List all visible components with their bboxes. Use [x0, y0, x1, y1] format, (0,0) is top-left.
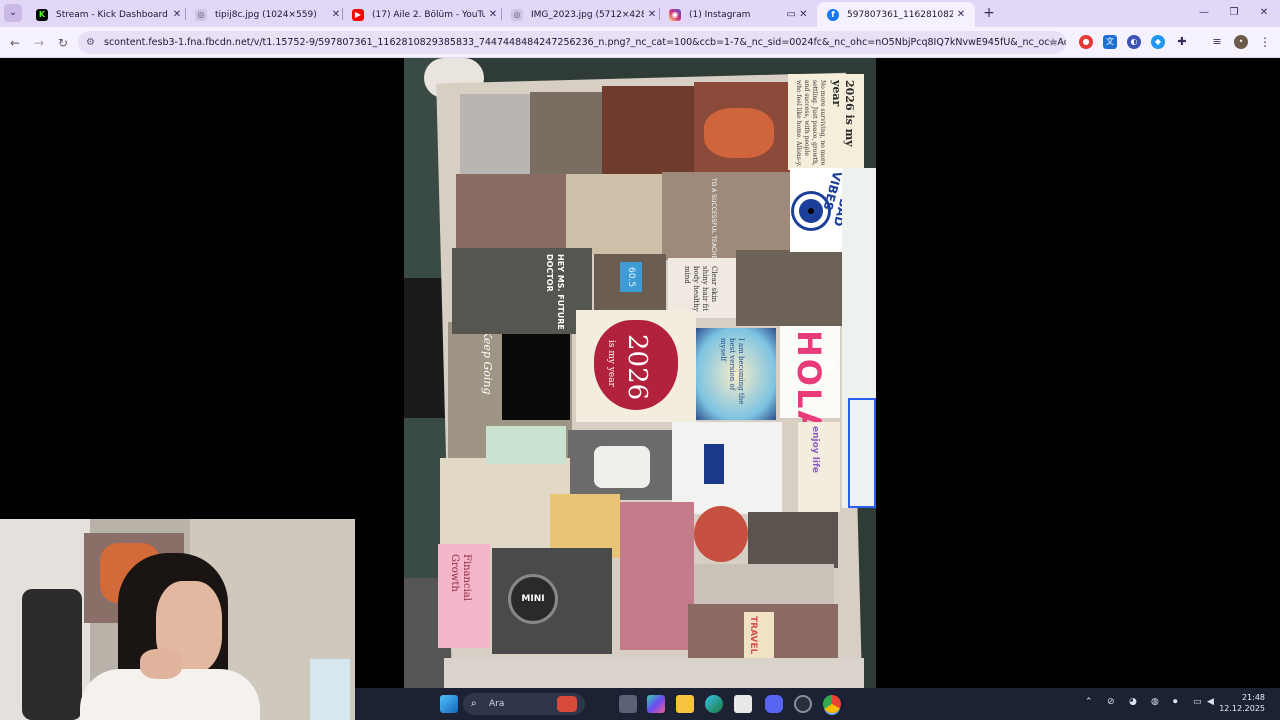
heart-card: 2026 is my year: [576, 310, 696, 422]
zoom-in-cursor-icon: +: [824, 360, 836, 372]
tab-img-2023[interactable]: ◎ IMG_2023.jpg (5712×4284) ✕: [501, 2, 666, 27]
tab-media-close[interactable]: ▭ ✕: [783, 9, 811, 20]
kick-icon: K: [36, 8, 48, 21]
url-text: scontent.fesb3-1.fna.fbcdn.net/v/t1.1575…: [104, 37, 1066, 48]
extension-icon[interactable]: ◐: [1127, 35, 1141, 49]
cream-caption: Keep Going: [481, 330, 494, 395]
vision-board-photo[interactable]: TO A SUCCESSFUL TEACHER ABROAD Keep Goin…: [404, 58, 876, 688]
close-icon[interactable]: ✕: [953, 9, 969, 20]
skin-caption: Clear skin shiny hair fit body healthy m…: [683, 266, 718, 312]
kebab-menu-icon[interactable]: ⋮: [1258, 35, 1272, 49]
search-label: Ara: [489, 699, 505, 709]
globe-icon: ◎: [195, 8, 207, 21]
travel-text: TRAVEL: [748, 616, 758, 655]
taskbar-clock[interactable]: 21:48 12.12.2025: [1217, 692, 1265, 714]
search-icon: ⌕: [471, 698, 477, 709]
close-icon[interactable]: ✕: [644, 9, 660, 20]
tab-tipij8c[interactable]: ◎ tipij8c.jpg (1024×559) ✕: [185, 2, 350, 27]
search-highlight-icon: [557, 696, 577, 712]
media-control-icon[interactable]: ≡: [1210, 35, 1224, 49]
enjoy-text: enjoy life: [810, 426, 820, 473]
doctor-caption: HEY MS. FUTURE DOCTOR: [545, 254, 565, 330]
financial-growth-card: Financial Growth: [438, 544, 490, 648]
mini-logo: MINI: [508, 574, 558, 624]
tab-search-icon[interactable]: ⌄: [4, 4, 22, 22]
tab-facebook-image[interactable]: f 597807361_116281082938583 ✕: [817, 2, 975, 27]
close-icon[interactable]: ✕: [169, 9, 185, 20]
best-caption: I am becoming the best version of myself: [719, 338, 745, 405]
network-icon[interactable]: ▭: [1193, 697, 1202, 707]
heart-subtitle: is my year: [606, 340, 616, 387]
translate-extension-icon[interactable]: 文: [1103, 35, 1117, 49]
tab-title: Stream - Kick Dashboard: [56, 9, 168, 20]
year-card: 2026 is my year No more surviving, no mo…: [788, 74, 864, 170]
webcam-overlay: [0, 519, 355, 720]
tab-title: 597807361_116281082938583: [847, 9, 953, 20]
browser-toolbar: ← → ↻ ⚙ scontent.fesb3-1.fna.fbcdn.net/v…: [0, 27, 1280, 58]
tab-title: IMG_2023.jpg (5712×4284): [531, 9, 644, 20]
steam-icon[interactable]: [794, 695, 812, 713]
hola-card: HOLA!: [780, 326, 840, 454]
tab-title: (17) Aile 2. Bölüm - YouTube: [372, 9, 485, 20]
globe-icon: ◎: [511, 8, 523, 21]
close-icon[interactable]: ✕: [485, 9, 501, 20]
maximize-button[interactable]: ❐: [1221, 4, 1247, 22]
microphone-icon[interactable]: ⏺: [1173, 697, 1178, 707]
doctor-card: HEY MS. FUTURE DOCTOR: [452, 248, 592, 334]
new-tab-button[interactable]: +: [980, 4, 998, 22]
extension-icon[interactable]: ●: [1079, 35, 1093, 49]
puzzle-icon[interactable]: ✚: [1175, 35, 1189, 49]
facebook-icon: f: [827, 8, 839, 21]
tab-title: tipij8c.jpg (1024×559): [215, 9, 317, 20]
back-button[interactable]: ←: [5, 33, 25, 53]
tab-strip: ⌄ K Stream - Kick Dashboard ✕ ◎ tipij8c.…: [0, 0, 1280, 27]
profile-avatar[interactable]: •: [1234, 35, 1248, 49]
windows-taskbar: ⌕ Ara ⌃ ⊘ ◕ ◍ ⏺ ▭ ◀ 21:48 12.12.2025: [355, 688, 1280, 720]
tray-app-icon[interactable]: ◕: [1129, 697, 1137, 707]
time: 21:48: [1241, 693, 1265, 702]
taskbar-search[interactable]: ⌕ Ara: [463, 693, 585, 715]
address-bar[interactable]: ⚙ scontent.fesb3-1.fna.fbcdn.net/v/t1.15…: [78, 31, 1066, 54]
scale-card: 60.5: [594, 254, 666, 310]
volume-icon[interactable]: ◀: [1207, 697, 1214, 707]
store-icon[interactable]: [734, 695, 752, 713]
year-card-text: No more surviving, no more settling. Jus…: [795, 80, 826, 167]
bookmark-star-icon[interactable]: ☆: [1048, 31, 1058, 54]
scale-readout: 60.5: [620, 262, 642, 292]
tray-overflow-icon[interactable]: ⌃: [1085, 697, 1093, 707]
heart-year: 2026: [622, 334, 652, 401]
discord-icon[interactable]: [765, 695, 783, 713]
forward-button[interactable]: →: [29, 33, 49, 53]
start-button[interactable]: [440, 695, 458, 713]
chrome-icon[interactable]: [823, 695, 841, 713]
tab-title: (1) Instagram: [689, 9, 751, 20]
tray-app-icon[interactable]: ◍: [1151, 697, 1159, 707]
enjoy-card: enjoy life: [798, 422, 840, 512]
file-explorer-icon[interactable]: [676, 695, 694, 713]
tab-youtube[interactable]: ▶ (17) Aile 2. Bölüm - YouTube ✕: [342, 2, 507, 27]
best-version-card: I am becoming the best version of myself: [696, 328, 776, 420]
extension-icon[interactable]: ◆: [1151, 35, 1165, 49]
tab-instagram[interactable]: ◉ (1) Instagram ▭ ✕: [659, 2, 817, 27]
reload-button[interactable]: ↻: [53, 33, 73, 53]
tab-kick-dashboard[interactable]: K Stream - Kick Dashboard ✕: [26, 2, 191, 27]
skin-card: Clear skin shiny hair fit body healthy m…: [668, 258, 736, 318]
minimize-button[interactable]: —: [1191, 4, 1217, 22]
financial-text: Financial Growth: [449, 554, 472, 601]
tray-app-icon[interactable]: ⊘: [1107, 697, 1115, 707]
copilot-icon[interactable]: [647, 695, 665, 713]
youtube-icon: ▶: [352, 8, 364, 21]
close-window-button[interactable]: ✕: [1251, 4, 1277, 22]
site-info-icon[interactable]: ⚙: [86, 31, 95, 54]
edge-icon[interactable]: [705, 695, 723, 713]
year-card-title: 2026 is my year: [830, 80, 856, 147]
task-view-icon[interactable]: [619, 695, 637, 713]
instagram-icon: ◉: [669, 8, 681, 21]
date: 12.12.2025: [1219, 704, 1265, 713]
